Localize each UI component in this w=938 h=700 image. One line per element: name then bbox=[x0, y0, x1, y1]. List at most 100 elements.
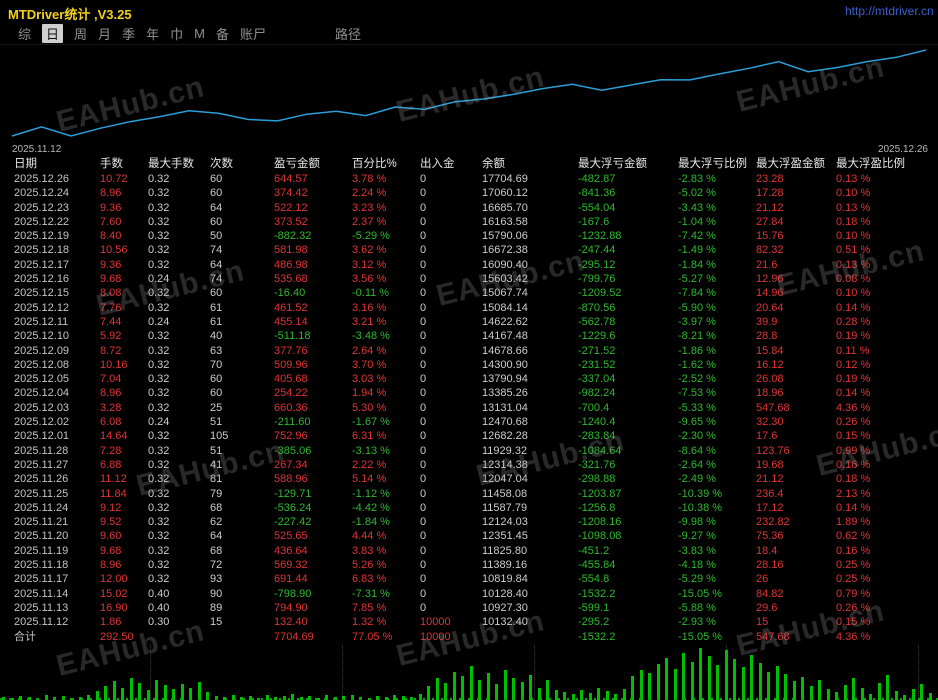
table-cell: 0 bbox=[420, 272, 482, 286]
table-cell: 2025.11.13 bbox=[14, 601, 100, 615]
price-bar bbox=[283, 696, 286, 700]
price-bar bbox=[453, 672, 456, 700]
table-cell: 2025.11.21 bbox=[14, 515, 100, 529]
table-row: 2025.11.1712.000.3293691.446.83 %010819.… bbox=[14, 572, 938, 586]
price-bar bbox=[929, 693, 932, 700]
table-cell: 9.52 bbox=[100, 515, 148, 529]
table-cell: 2025.12.11 bbox=[14, 315, 100, 329]
table-cell: 3.56 % bbox=[352, 272, 420, 286]
table-cell: 0.32 bbox=[148, 358, 210, 372]
table-cell: 17.28 bbox=[756, 186, 836, 200]
table-cell: 752.96 bbox=[274, 429, 352, 443]
table-cell: 374.42 bbox=[274, 186, 352, 200]
table-cell: -2.49 % bbox=[678, 472, 756, 486]
table-cell: 377.76 bbox=[274, 344, 352, 358]
table-cell: 0 bbox=[420, 301, 482, 315]
table-cell: 522.12 bbox=[274, 201, 352, 215]
mtdriver-stats-window: { "window": { "title": "MTDriver统计 ,V3.2… bbox=[0, 0, 938, 700]
table-cell: 0.28 % bbox=[836, 315, 906, 329]
website-link[interactable]: http://mtdriver.cn bbox=[845, 4, 934, 18]
table-cell: 13131.04 bbox=[482, 401, 578, 415]
table-cell: -799.76 bbox=[578, 272, 678, 286]
table-cell: 8.08 bbox=[100, 286, 148, 300]
table-cell: 51 bbox=[210, 444, 274, 458]
table-cell: 0.32 bbox=[148, 372, 210, 386]
price-bar bbox=[121, 688, 124, 700]
period-separator-line bbox=[534, 645, 535, 700]
price-bar bbox=[172, 689, 175, 700]
table-cell: 6.31 % bbox=[352, 429, 420, 443]
table-cell: -2.52 % bbox=[678, 372, 756, 386]
table-cell: 132.40 bbox=[274, 615, 352, 629]
table-cell: 0 bbox=[420, 386, 482, 400]
table-cell: 8.96 bbox=[100, 186, 148, 200]
table-cell: 0 bbox=[420, 544, 482, 558]
table-cell: 15790.06 bbox=[482, 229, 578, 243]
column-header-3: 最大手数 bbox=[148, 157, 210, 172]
table-cell: -5.33 % bbox=[678, 401, 756, 415]
period-separator-line bbox=[342, 645, 343, 700]
table-cell: 41 bbox=[210, 458, 274, 472]
table-cell: 15067.74 bbox=[482, 286, 578, 300]
table-cell: 0.18 % bbox=[836, 215, 906, 229]
table-cell: 0 bbox=[420, 501, 482, 515]
table-row: 2025.12.158.080.3260-16.40-0.11 %015067.… bbox=[14, 286, 938, 300]
table-cell: 2025.11.12 bbox=[14, 615, 100, 629]
table-cell: 0.32 bbox=[148, 186, 210, 200]
table-cell: 13790.94 bbox=[482, 372, 578, 386]
table-cell: 1.94 % bbox=[352, 386, 420, 400]
table-cell: 0 bbox=[420, 472, 482, 486]
table-cell: 7.04 bbox=[100, 372, 148, 386]
table-cell: 2025.12.02 bbox=[14, 415, 100, 429]
table-cell: -1232.88 bbox=[578, 229, 678, 243]
table-cell: 0 bbox=[420, 258, 482, 272]
table-cell: 0 bbox=[420, 429, 482, 443]
table-cell: 0.32 bbox=[148, 572, 210, 586]
price-bar bbox=[920, 684, 923, 700]
table-row: 2025.12.198.400.3250-882.32-5.29 %015790… bbox=[14, 229, 938, 243]
table-cell: 19.68 bbox=[756, 458, 836, 472]
table-cell: 11.84 bbox=[100, 487, 148, 501]
price-bar bbox=[538, 688, 541, 700]
table-cell: 11458.08 bbox=[482, 487, 578, 501]
table-cell: -1256.8 bbox=[578, 501, 678, 515]
table-cell: 2025.11.20 bbox=[14, 529, 100, 543]
price-bar bbox=[903, 695, 906, 700]
price-bar bbox=[19, 696, 22, 700]
table-cell: 2025.12.18 bbox=[14, 243, 100, 257]
table-cell: 5.14 % bbox=[352, 472, 420, 486]
table-cell: 0.32 bbox=[148, 429, 210, 443]
price-bar bbox=[589, 693, 592, 700]
table-cell: -295.2 bbox=[578, 615, 678, 629]
table-cell: 20.64 bbox=[756, 301, 836, 315]
table-cell: 32.30 bbox=[756, 415, 836, 429]
table-cell: 93 bbox=[210, 572, 274, 586]
table-cell: 0.08 % bbox=[836, 272, 906, 286]
table-cell: 11.12 bbox=[100, 472, 148, 486]
price-bar bbox=[844, 685, 847, 700]
table-cell: 60 bbox=[210, 386, 274, 400]
price-bar bbox=[648, 673, 651, 700]
table-cell: 0.24 bbox=[148, 315, 210, 329]
table-cell: 0 bbox=[420, 358, 482, 372]
table-cell: 373.52 bbox=[274, 215, 352, 229]
table-cell: 0.32 bbox=[148, 286, 210, 300]
table-cell: 2025.11.14 bbox=[14, 587, 100, 601]
table-cell: 10927.30 bbox=[482, 601, 578, 615]
table-cell: 2025.12.05 bbox=[14, 372, 100, 386]
price-bar bbox=[759, 663, 762, 700]
table-cell: -15.05 % bbox=[678, 630, 756, 644]
table-cell: -167.6 bbox=[578, 215, 678, 229]
table-cell: 6.83 % bbox=[352, 572, 420, 586]
table-cell: -7.31 % bbox=[352, 587, 420, 601]
table-cell: 3.78 % bbox=[352, 172, 420, 186]
table-cell: 7704.69 bbox=[274, 630, 352, 644]
tab-8[interactable]: M bbox=[194, 26, 205, 41]
table-cell: 2025.12.19 bbox=[14, 229, 100, 243]
table-row: 2025.12.098.720.3263377.762.64 %014678.6… bbox=[14, 344, 938, 358]
table-row: 2025.11.2611.120.3281588.965.14 %012047.… bbox=[14, 472, 938, 486]
table-cell: 0.10 % bbox=[836, 229, 906, 243]
table-cell: 0.32 bbox=[148, 487, 210, 501]
table-cell: -295.12 bbox=[578, 258, 678, 272]
table-cell: 60 bbox=[210, 215, 274, 229]
